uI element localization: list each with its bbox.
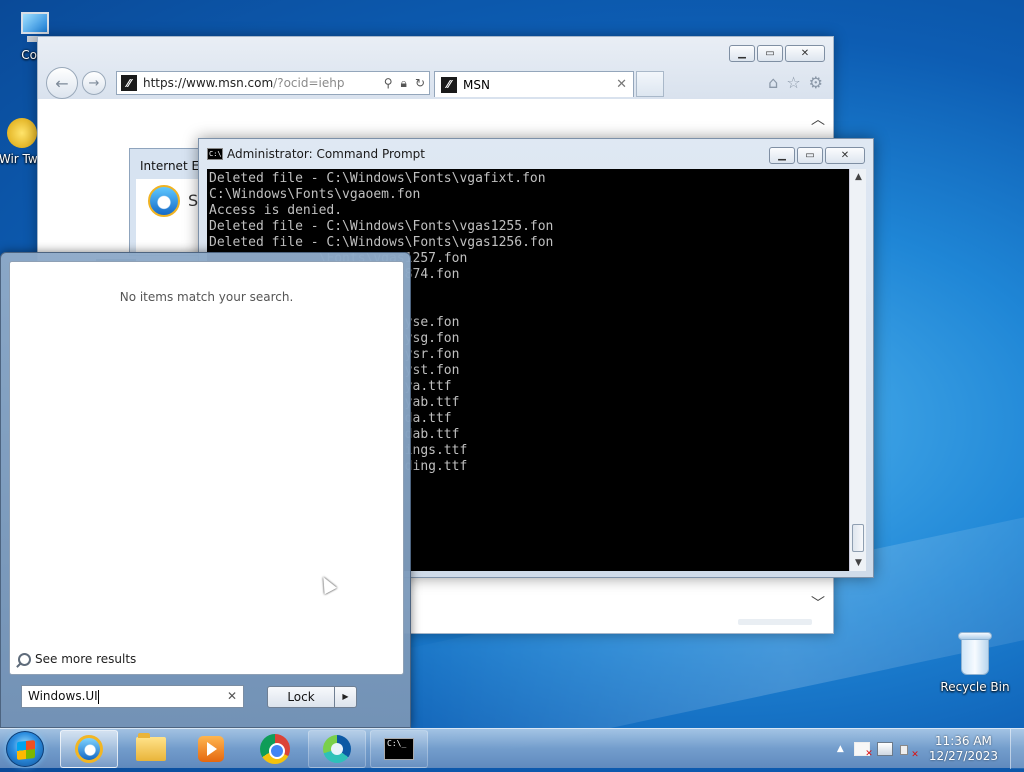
horizontal-scrollbar[interactable] bbox=[738, 619, 812, 625]
refresh-icon[interactable]: ↻ bbox=[415, 76, 425, 91]
new-tab-button[interactable] bbox=[636, 71, 664, 97]
scroll-thumb[interactable] bbox=[852, 524, 864, 552]
forward-button[interactable]: → bbox=[82, 71, 106, 95]
desktop-icon-label: Recycle Bin bbox=[940, 680, 1010, 694]
taskbar-command-prompt[interactable]: C:\_ bbox=[370, 730, 428, 768]
desktop-icon-recycle-bin[interactable]: Recycle Bin bbox=[940, 632, 1010, 694]
back-button[interactable]: ← bbox=[46, 67, 78, 99]
lock-button[interactable]: Lock bbox=[267, 686, 335, 708]
minimize-button[interactable]: ▁ bbox=[769, 147, 795, 164]
see-more-results-link[interactable]: See more results bbox=[18, 652, 136, 666]
internet-explorer-icon bbox=[148, 185, 180, 217]
edge-icon bbox=[323, 735, 351, 763]
show-hidden-icons-arrow-icon[interactable]: ▲ bbox=[837, 744, 844, 754]
action-center-flag-icon[interactable] bbox=[853, 742, 873, 759]
taskbar-chrome[interactable] bbox=[246, 730, 304, 768]
cmd-output-line: Deleted file - C:\Windows\Fonts\vgas1255… bbox=[209, 219, 554, 234]
cmd-output-line: Access is denied. bbox=[209, 203, 343, 218]
media-player-icon bbox=[198, 736, 224, 762]
taskbar-edge[interactable] bbox=[308, 730, 366, 768]
minimize-button[interactable]: ▁ bbox=[729, 45, 755, 62]
cmd-output-line: Deleted file - C:\Windows\Fonts\vgas1256… bbox=[209, 235, 554, 250]
taskbar-media-player[interactable] bbox=[182, 730, 240, 768]
scroll-up-arrow-icon[interactable]: ▲ bbox=[850, 169, 867, 185]
clock-date: 12/27/2023 bbox=[928, 749, 998, 763]
ie-caption-buttons: ▁ ▭ ✕ bbox=[729, 45, 825, 62]
cmd-output-line: C:\Windows\Fonts\vgaoem.fon bbox=[209, 187, 421, 202]
url-path: /?ocid=iehp bbox=[273, 76, 345, 90]
cmd-title: Administrator: Command Prompt bbox=[227, 147, 425, 161]
scroll-up-chevron-icon[interactable]: ︿ bbox=[811, 109, 825, 129]
lock-icon[interactable]: 🔒︎ bbox=[401, 76, 407, 91]
recycle-bin-icon bbox=[958, 632, 992, 676]
tab-title: MSN bbox=[463, 77, 490, 92]
cmd-title-bar: C:\ Administrator: Command Prompt bbox=[207, 147, 425, 161]
app-shortcut-icon bbox=[7, 118, 37, 148]
scroll-down-chevron-icon[interactable]: ﹀ bbox=[811, 593, 825, 613]
ie-toolbar-icons: ⌂ ☆ ⚙ bbox=[768, 73, 823, 92]
start-button[interactable] bbox=[6, 731, 44, 767]
ie-title-bar: ▁ ▭ ✕ ← → ⁄⁄ https://www.msn.com/?ocid=i… bbox=[38, 37, 833, 99]
cmd-output-line: Deleted file - C:\Windows\Fonts\vgafixt.… bbox=[209, 171, 546, 186]
url-domain: https://www.msn.com bbox=[143, 76, 274, 90]
taskbar: C:\_ ▲ 11:36 AM 12/27/2023 bbox=[0, 728, 1024, 769]
close-tab-icon[interactable]: ✕ bbox=[616, 77, 627, 92]
search-results-pane: No items match your search. See more res… bbox=[9, 261, 404, 675]
internet-explorer-icon bbox=[75, 735, 103, 763]
windows-logo-icon bbox=[17, 740, 35, 760]
no-results-message: No items match your search. bbox=[119, 290, 294, 304]
volume-muted-icon[interactable] bbox=[899, 742, 919, 760]
ie-nav-buttons: ← → bbox=[46, 67, 106, 99]
favorites-star-icon[interactable]: ☆ bbox=[786, 73, 800, 92]
taskbar-internet-explorer[interactable] bbox=[60, 730, 118, 768]
chrome-icon bbox=[260, 734, 290, 764]
maximize-button[interactable]: ▭ bbox=[757, 45, 783, 62]
address-bar[interactable]: ⁄⁄ https://www.msn.com/?ocid=iehp ⚲ 🔒︎ ↻ bbox=[116, 71, 430, 95]
command-prompt-icon: C:\_ bbox=[384, 738, 414, 760]
shutdown-options-arrow-icon[interactable]: ▶ bbox=[335, 686, 357, 708]
close-button[interactable]: ✕ bbox=[785, 45, 825, 62]
msn-favicon: ⁄⁄ bbox=[121, 75, 137, 91]
search-input-value: Windows.UI bbox=[28, 689, 98, 703]
close-button[interactable]: ✕ bbox=[825, 147, 865, 164]
magnifier-icon bbox=[18, 652, 31, 666]
system-tray: ▲ 11:36 AM 12/27/2023 bbox=[837, 729, 1024, 769]
show-desktop-button[interactable] bbox=[1010, 729, 1024, 769]
search-icon[interactable]: ⚲ bbox=[384, 76, 393, 91]
home-icon[interactable]: ⌂ bbox=[768, 73, 778, 92]
command-prompt-icon: C:\ bbox=[207, 148, 223, 160]
gear-icon[interactable]: ⚙ bbox=[809, 73, 823, 92]
text-caret bbox=[97, 689, 99, 704]
tab-msn[interactable]: ⁄⁄ MSN ✕ bbox=[434, 71, 634, 97]
cmd-vertical-scrollbar[interactable]: ▲ ▼ bbox=[849, 169, 866, 571]
folder-icon bbox=[136, 733, 166, 761]
scroll-down-arrow-icon[interactable]: ▼ bbox=[850, 555, 867, 571]
clock-time: 11:36 AM bbox=[934, 734, 992, 748]
maximize-button[interactable]: ▭ bbox=[797, 147, 823, 164]
start-menu: No items match your search. See more res… bbox=[0, 252, 411, 728]
network-icon[interactable] bbox=[876, 742, 893, 756]
cmd-caption-buttons: ▁ ▭ ✕ bbox=[769, 147, 865, 164]
start-search-input[interactable]: Windows.UI ✕ bbox=[21, 685, 244, 708]
clock[interactable]: 11:36 AM 12/27/2023 bbox=[929, 734, 998, 764]
taskbar-windows-explorer[interactable] bbox=[122, 730, 180, 768]
msn-favicon: ⁄⁄ bbox=[441, 76, 457, 93]
see-more-label: See more results bbox=[35, 652, 137, 666]
clear-search-icon[interactable]: ✕ bbox=[227, 689, 237, 703]
